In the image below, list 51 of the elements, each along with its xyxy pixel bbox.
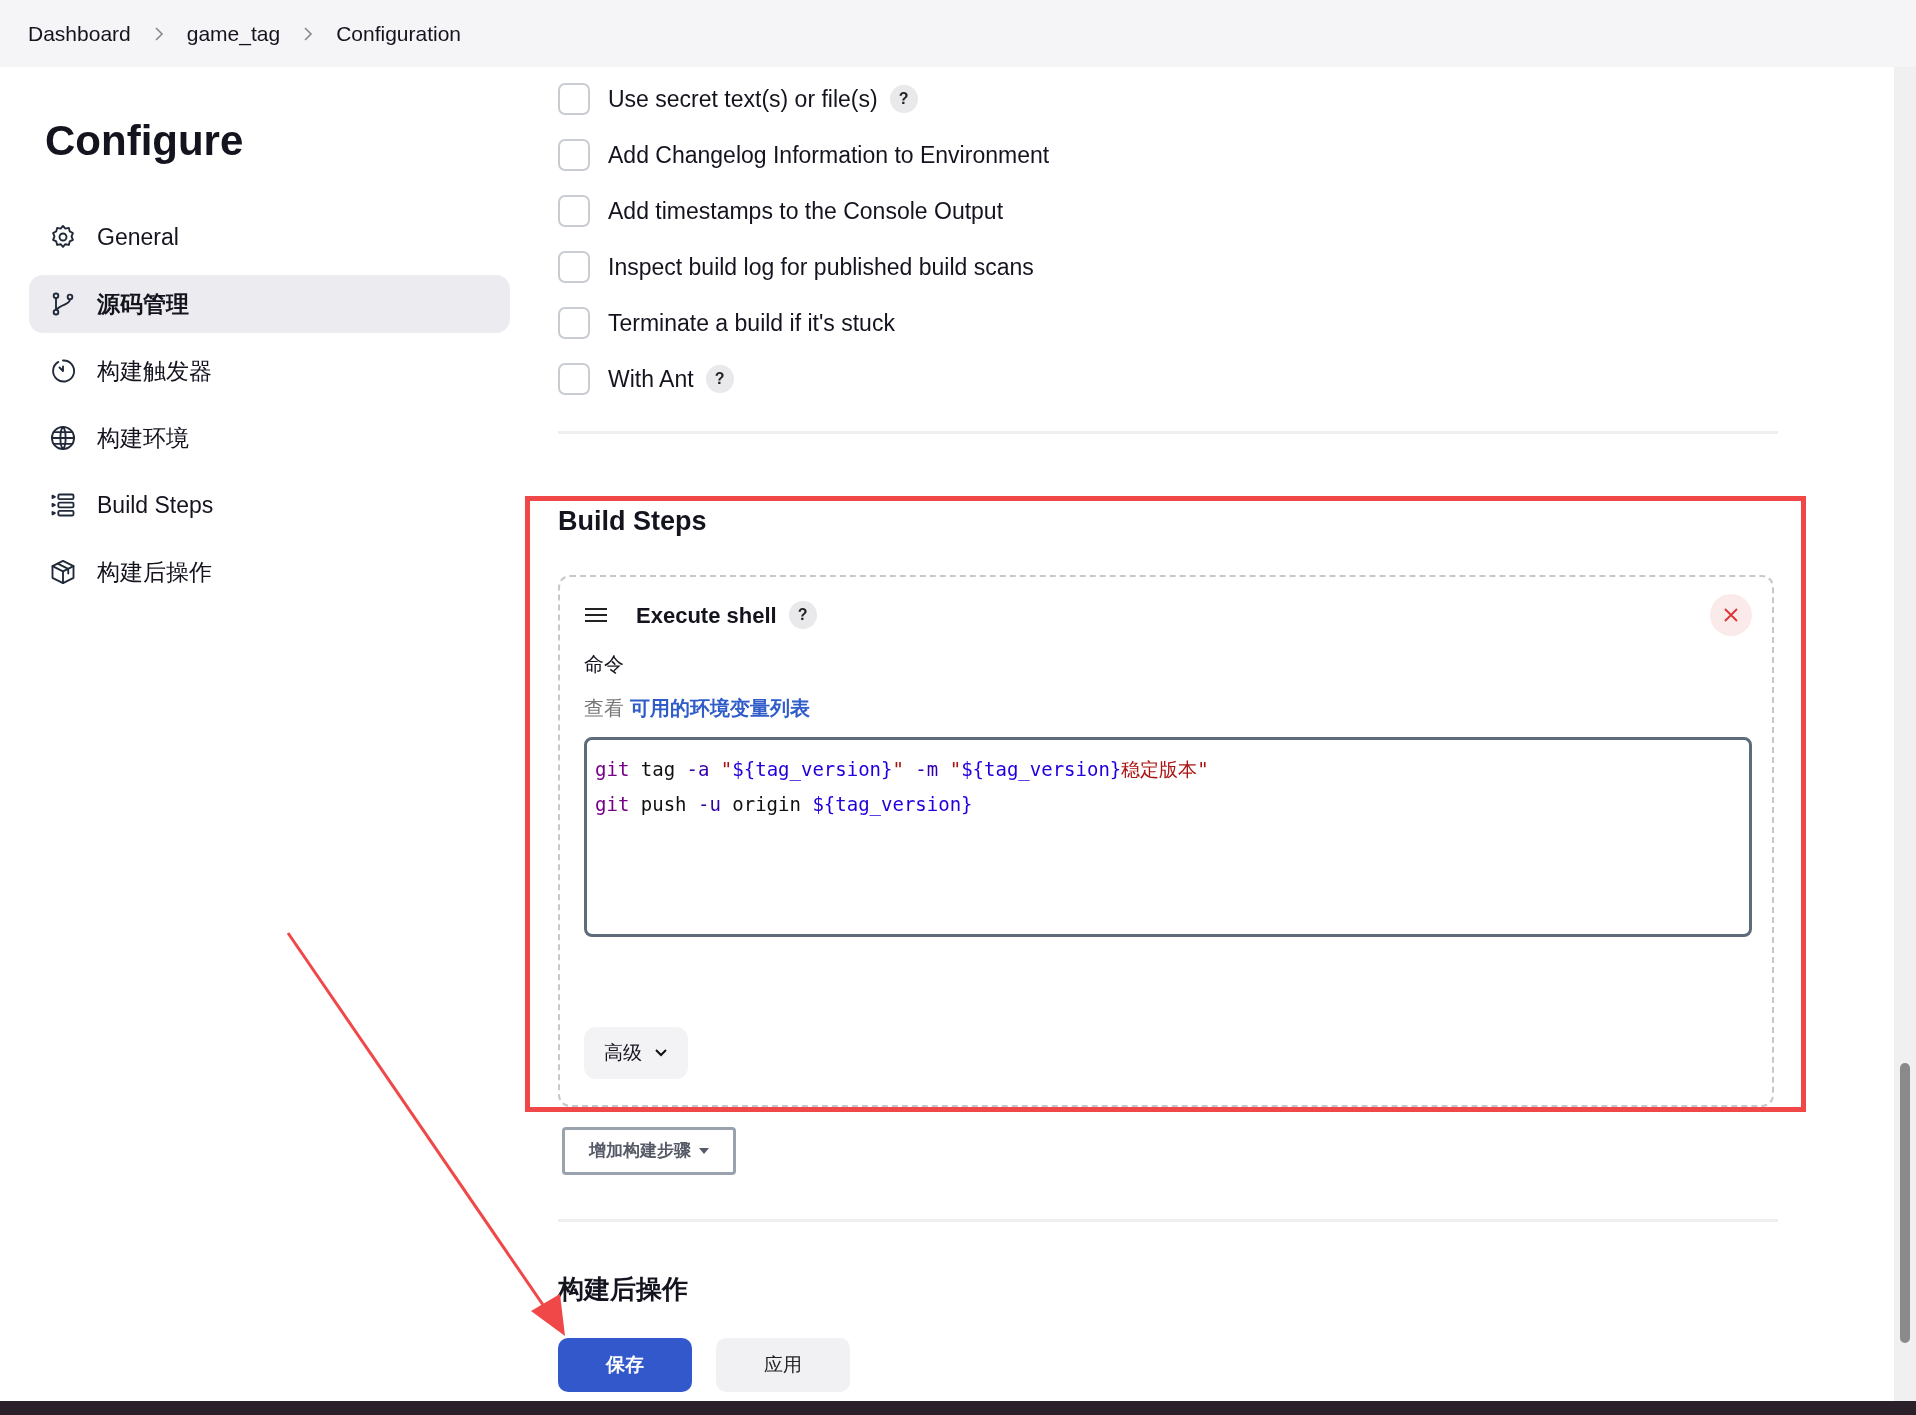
scrollbar-thumb[interactable]	[1900, 1063, 1910, 1343]
advanced-button[interactable]: 高级	[584, 1027, 688, 1079]
checkbox-label: With Ant	[608, 364, 694, 394]
code-line: git push -u origin ${tag_version}	[595, 792, 974, 818]
code-field[interactable]: git tag -a "${tag_version}" -m "${tag_version}稳定版本" git push -u origin ${tag_version}	[584, 737, 1752, 937]
breadcrumb-link[interactable]: game_tag	[186, 17, 281, 50]
sidebar-item[interactable]: 源码管理	[29, 275, 510, 333]
sidebar-item[interactable]: 构建后操作	[29, 543, 510, 601]
checkbox-label: Terminate a build if it's stuck	[608, 308, 895, 338]
chevron-icon	[302, 24, 315, 43]
step-title: Execute shell	[636, 601, 777, 630]
drag-handle-icon[interactable]	[584, 607, 608, 623]
sidebar-item[interactable]: 构建触发器	[29, 342, 510, 400]
close-icon	[1723, 607, 1739, 623]
add-step-button[interactable]: 增加构建步骤	[562, 1127, 736, 1175]
help-button[interactable]: ?	[788, 601, 817, 629]
chevron-down-icon	[654, 1048, 668, 1058]
checkbox[interactable]	[558, 195, 590, 227]
sidebar-item[interactable]: Build Steps	[29, 476, 510, 534]
sidebar-item[interactable]: General	[29, 208, 510, 266]
breadcrumb-link[interactable]: Configuration	[336, 17, 462, 50]
env-vars-link[interactable]: 可用的环境变量列表	[629, 697, 810, 719]
close-button[interactable]	[1710, 594, 1752, 636]
package-icon	[49, 558, 77, 586]
checkbox[interactable]	[558, 83, 590, 115]
checkbox[interactable]	[558, 307, 590, 339]
caret-icon	[699, 1148, 709, 1154]
checkbox-label: Add timestamps to the Console Output	[608, 196, 1004, 226]
checkbox-label: Use secret text(s) or file(s)	[608, 84, 878, 114]
globe-icon	[49, 424, 77, 452]
section-heading: 构建后操作	[558, 1276, 689, 1302]
hint-text: 查看 可用的环境变量列表	[584, 696, 811, 721]
save-button[interactable]: 保存	[558, 1338, 692, 1392]
timer-icon	[49, 357, 77, 385]
checkbox-label: Add Changelog Information to Environment	[608, 140, 1050, 170]
help-button[interactable]: ?	[705, 365, 734, 393]
help-button[interactable]: ?	[889, 85, 918, 113]
apply-button[interactable]: 应用	[716, 1338, 850, 1392]
gear-icon	[49, 223, 77, 251]
list-icon	[49, 491, 77, 519]
breadcrumb-link[interactable]: Dashboard	[28, 17, 131, 50]
sidebar-item[interactable]: 构建环境	[29, 409, 510, 467]
page-title: Configure	[45, 116, 245, 166]
checkbox[interactable]	[558, 139, 590, 171]
checkbox-label: Inspect build log for published build scans	[608, 252, 1034, 282]
chevron-icon	[152, 24, 165, 43]
field-label: 命令	[584, 652, 625, 677]
section-heading: Build Steps	[558, 508, 708, 535]
checkbox[interactable]	[558, 363, 590, 395]
code-line: git tag -a "${tag_version}" -m "${tag_version}稳定版本"	[595, 757, 1210, 783]
checkbox[interactable]	[558, 251, 590, 283]
